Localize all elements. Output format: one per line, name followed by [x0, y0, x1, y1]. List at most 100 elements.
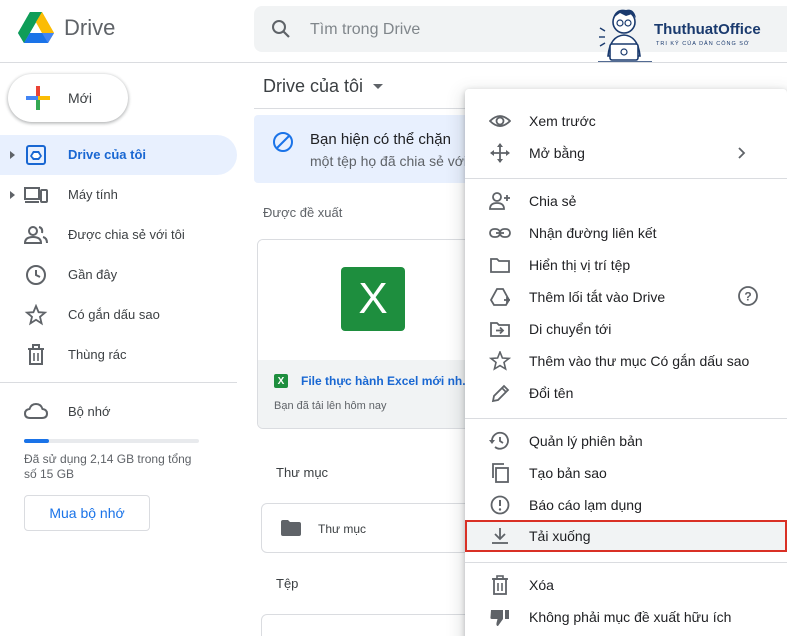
sidebar-item-shared[interactable]: Được chia sẻ với tôi: [0, 215, 237, 255]
sidebar-item-label: Gần đây: [68, 267, 118, 282]
star-outline-icon: [489, 351, 511, 371]
watermark-mascot-icon: [598, 9, 652, 63]
drive-logo[interactable]: Drive: [18, 12, 115, 44]
menu-item-label: Nhận đường liên kết: [529, 225, 657, 241]
banner-line-2: một tệp họ đã chia sẻ với: [310, 153, 468, 169]
menu-divider: [465, 418, 787, 419]
watermark: ThuthuatOffice TRI KỶ CỦA DÂN CÔNG SỞ: [596, 4, 784, 66]
sidebar-item-computers[interactable]: Máy tính: [0, 175, 237, 215]
menu-item-not-helpful[interactable]: Không phải mục đề xuất hữu ích: [465, 601, 787, 633]
sidebar-item-recent[interactable]: Gần đây: [0, 255, 237, 295]
sidebar-item-label: Máy tính: [68, 187, 118, 202]
clock-icon: [26, 265, 46, 285]
menu-item-label: Xem trước: [529, 113, 596, 129]
block-icon: [273, 132, 293, 152]
menu-item-add-starred[interactable]: Thêm vào thư mục Có gắn dấu sao: [465, 345, 787, 377]
sidebar-item-trash[interactable]: Thùng rác: [0, 335, 237, 375]
menu-item-label: Chia sẻ: [529, 193, 577, 209]
sidebar-item-label: Được chia sẻ với tôi: [68, 227, 185, 242]
sidebar-divider: [0, 382, 237, 383]
menu-item-label: Thêm vào thư mục Có gắn dấu sao: [529, 353, 750, 369]
menu-item-label: Báo cáo lạm dụng: [529, 497, 642, 513]
menu-divider: [465, 562, 787, 563]
menu-item-label: Không phải mục đề xuất hữu ích: [529, 609, 732, 625]
menu-item-rename[interactable]: Đổi tên: [465, 377, 787, 409]
menu-item-manage-versions[interactable]: Quản lý phiên bản: [465, 425, 787, 457]
excel-small-icon: X: [274, 374, 288, 388]
thumbs-down-icon: [490, 610, 509, 626]
svg-text:?: ?: [744, 290, 751, 304]
page-title[interactable]: Drive của tôi: [263, 76, 384, 97]
chevron-right-icon: [738, 147, 746, 159]
storage-progress-bar: [24, 439, 199, 443]
buy-storage-button[interactable]: Mua bộ nhớ: [24, 495, 150, 531]
folders-heading: Thư mục: [276, 465, 329, 480]
search-icon[interactable]: [271, 19, 291, 39]
sidebar-item-starred[interactable]: Có gắn dấu sao: [0, 295, 237, 335]
watermark-tagline: TRI KỶ CỦA DÂN CÔNG SỞ: [656, 41, 750, 47]
menu-item-open-with[interactable]: Mở bằng: [465, 137, 787, 169]
copy-icon: [492, 463, 509, 483]
cloud-icon: [24, 402, 48, 419]
expand-caret-icon[interactable]: [10, 151, 15, 159]
menu-item-report-abuse[interactable]: Báo cáo lạm dụng: [465, 489, 787, 521]
folder-name: Thư mục: [318, 522, 367, 536]
menu-item-label: Xóa: [529, 577, 554, 593]
menu-item-label: Quản lý phiên bản: [529, 433, 643, 449]
file-subtitle: Bạn đã tải lên hôm nay: [274, 400, 387, 412]
menu-item-delete[interactable]: Xóa: [465, 569, 787, 601]
menu-item-label: Tải xuống: [529, 528, 591, 544]
banner-line-1: Bạn hiện có thể chặn: [310, 131, 451, 148]
sidebar-item-label: Drive của tôi: [68, 147, 147, 162]
trash-icon: [28, 344, 44, 365]
excel-icon: X: [341, 267, 405, 331]
new-button[interactable]: Mới: [8, 74, 128, 122]
suggested-heading: Được đề xuất: [263, 205, 343, 220]
menu-item-make-copy[interactable]: Tạo bản sao: [465, 457, 787, 489]
sidebar-item-label: Có gắn dấu sao: [68, 307, 160, 322]
header-divider: [0, 62, 787, 63]
folder-icon: [281, 520, 301, 536]
folder-icon: [490, 258, 510, 273]
trash-icon: [492, 575, 508, 595]
page-title-text: Drive của tôi: [263, 76, 364, 96]
link-icon: [489, 228, 511, 238]
shared-people-icon: [24, 226, 48, 244]
drive-shortcut-icon: [489, 288, 511, 306]
menu-item-label: Di chuyển tới: [529, 321, 612, 337]
watermark-name: ThuthuatOffice: [654, 21, 761, 38]
menu-item-add-shortcut[interactable]: Thêm lối tắt vào Drive ?: [465, 281, 787, 313]
menu-item-preview[interactable]: Xem trước: [465, 105, 787, 137]
menu-item-share[interactable]: Chia sẻ: [465, 185, 787, 217]
file-name: File thực hành Excel mới nh...: [301, 374, 473, 388]
context-menu: Xem trước Mở bằng Chia sẻ Nhận đường liê…: [465, 89, 787, 636]
star-icon: [24, 304, 48, 326]
menu-item-show-location[interactable]: Hiển thị vị trí tệp: [465, 249, 787, 281]
menu-item-download[interactable]: Tải xuống: [465, 520, 787, 552]
eye-icon: [489, 115, 511, 127]
files-heading: Tệp: [276, 576, 299, 591]
app-name: Drive: [64, 15, 116, 40]
menu-item-label: Tạo bản sao: [529, 465, 607, 481]
menu-divider: [465, 178, 787, 179]
menu-item-move-to[interactable]: Di chuyển tới: [465, 313, 787, 345]
search-input[interactable]: Tìm trong Drive: [310, 21, 420, 39]
pencil-icon: [491, 384, 510, 403]
help-icon[interactable]: ?: [737, 285, 759, 307]
sidebar-item-my-drive[interactable]: Drive của tôi: [0, 135, 237, 175]
menu-item-label: Đổi tên: [529, 385, 574, 401]
new-button-label: Mới: [68, 90, 92, 106]
download-icon: [492, 528, 508, 544]
computer-icon: [24, 187, 48, 203]
expand-caret-icon[interactable]: [10, 191, 15, 199]
report-icon: [490, 495, 510, 515]
menu-item-label: Mở bằng: [529, 145, 585, 161]
storage-progress-fill: [24, 439, 50, 443]
menu-item-get-link[interactable]: Nhận đường liên kết: [465, 217, 787, 249]
history-icon: [489, 431, 509, 450]
move-to-icon: [490, 322, 510, 337]
move-arrows-icon: [490, 143, 510, 163]
storage-label: Bộ nhớ: [68, 404, 111, 419]
sidebar-item-label: Thùng rác: [68, 347, 127, 362]
my-drive-icon: [26, 145, 46, 165]
